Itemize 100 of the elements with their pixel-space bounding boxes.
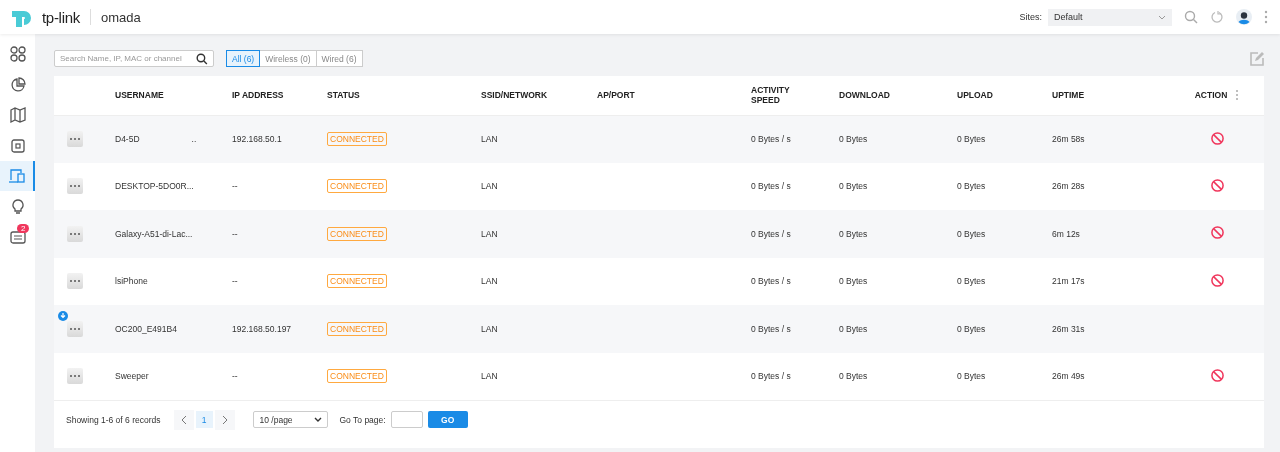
upload-amount: 0 Bytes bbox=[957, 181, 986, 192]
goto-label: Go To page: bbox=[339, 414, 386, 425]
column-header: UPLOAD bbox=[957, 90, 993, 101]
activity-speed: 0 Bytes / s bbox=[751, 323, 791, 334]
block-icon[interactable] bbox=[1210, 178, 1224, 192]
username: DESKTOP-5DO0R... bbox=[115, 181, 194, 192]
more-button[interactable] bbox=[67, 131, 83, 147]
uptime-value: 21m 17s bbox=[1052, 276, 1085, 287]
block-icon[interactable] bbox=[1210, 273, 1224, 287]
site-dropdown[interactable]: Default bbox=[1048, 8, 1172, 26]
page-input[interactable] bbox=[390, 411, 423, 428]
network-name: LAN bbox=[481, 134, 498, 144]
ip-address: 192.168.50.197 bbox=[232, 323, 292, 334]
page-size-dropdown[interactable]: 10 /page bbox=[252, 411, 328, 428]
product-name: omada bbox=[100, 9, 141, 25]
more-button[interactable] bbox=[67, 273, 83, 290]
download-amount: 0 Bytes bbox=[839, 323, 868, 334]
pie-chart-icon bbox=[9, 76, 26, 93]
block-icon[interactable] bbox=[1210, 131, 1224, 145]
username: OC200_E491B4 bbox=[115, 323, 177, 334]
download-amount: 0 Bytes bbox=[839, 228, 868, 239]
ip-address: -- bbox=[232, 181, 238, 192]
records-summary: Showing 1-6 of 6 records bbox=[66, 414, 161, 425]
activity-speed: 0 Bytes / s bbox=[751, 134, 791, 144]
ip-address: -- bbox=[232, 228, 238, 239]
block-icon[interactable] bbox=[1210, 226, 1224, 240]
search-icon bbox=[196, 52, 208, 65]
activity-speed: 0 Bytes / s bbox=[751, 228, 791, 239]
dots-icon bbox=[70, 375, 80, 378]
chevron-icon bbox=[313, 417, 322, 422]
uptime-value: 26m 58s bbox=[1052, 134, 1085, 144]
filter-tab[interactable]: Wired (6) bbox=[315, 50, 363, 67]
chevron-icon bbox=[1158, 14, 1166, 20]
activity-speed: 0 Bytes / s bbox=[751, 181, 791, 192]
column-header: DOWNLOAD bbox=[839, 90, 890, 101]
upload-amount: 0 Bytes bbox=[957, 371, 986, 382]
bulb-icon bbox=[9, 198, 26, 215]
sites-label: Sites: bbox=[1019, 12, 1042, 22]
sidebar-item[interactable] bbox=[0, 161, 35, 191]
column-header: UPTIME bbox=[1052, 90, 1085, 101]
column-header: ACTIVITY SPEED bbox=[751, 85, 791, 106]
upload-amount: 0 Bytes bbox=[957, 276, 986, 287]
network-name: LAN bbox=[481, 276, 498, 287]
go-button[interactable]: GO bbox=[427, 411, 468, 428]
more-button[interactable] bbox=[67, 225, 83, 242]
download-amount: 0 Bytes bbox=[839, 276, 868, 287]
device-icon bbox=[9, 137, 26, 154]
clients-icon bbox=[8, 168, 25, 184]
brand-name: tp-link bbox=[42, 8, 80, 26]
more-icon[interactable] bbox=[1264, 10, 1268, 24]
count-badge: 2 bbox=[17, 224, 30, 233]
filter-tab[interactable]: Wireless (0) bbox=[259, 50, 317, 67]
status-tag: CONNECTED bbox=[327, 179, 387, 194]
uptime-value: 6m 12s bbox=[1052, 228, 1080, 239]
uptime-value: 26m 49s bbox=[1052, 371, 1085, 382]
download-amount: 0 Bytes bbox=[839, 371, 868, 382]
filter-tab[interactable]: All (6) bbox=[226, 50, 261, 67]
search-field[interactable]: Search Name, IP, MAC or channel bbox=[54, 50, 214, 67]
status-tag: CONNECTED bbox=[327, 132, 387, 146]
activity-speed: 0 Bytes / s bbox=[751, 371, 791, 382]
username: Sweeper bbox=[115, 371, 149, 382]
avatar-icon[interactable] bbox=[1236, 9, 1252, 25]
search-icon[interactable] bbox=[1184, 10, 1198, 24]
username-tail: .. bbox=[191, 134, 197, 144]
upload-amount: 0 Bytes bbox=[957, 134, 986, 144]
more-button[interactable] bbox=[67, 368, 83, 385]
column-header: SSID/NETWORK bbox=[481, 90, 548, 101]
network-name: LAN bbox=[481, 323, 498, 334]
column-header: IP ADDRESS bbox=[232, 90, 284, 101]
username: Galaxy-A51-di-Lac... bbox=[115, 228, 193, 239]
network-name: LAN bbox=[481, 181, 498, 192]
ip-address: -- bbox=[232, 276, 238, 287]
network-name: LAN bbox=[481, 371, 498, 382]
ip-address: -- bbox=[232, 371, 238, 382]
page-button[interactable]: 1 bbox=[195, 411, 213, 428]
status-tag: CONNECTED bbox=[327, 226, 387, 241]
dots-icon bbox=[70, 327, 80, 330]
username: D4-5D bbox=[115, 134, 140, 144]
download-amount: 0 Bytes bbox=[839, 181, 868, 192]
dots-icon bbox=[70, 280, 80, 283]
log-icon bbox=[9, 229, 26, 245]
status-tag: CONNECTED bbox=[327, 274, 387, 289]
network-name: LAN bbox=[481, 228, 498, 239]
more-button[interactable] bbox=[67, 320, 83, 337]
sidebar-item[interactable]: 2 bbox=[0, 222, 35, 252]
map-icon bbox=[9, 107, 26, 123]
block-icon[interactable] bbox=[1210, 368, 1224, 382]
column-header: AP/PORT bbox=[597, 90, 635, 101]
status-tag: CONNECTED bbox=[327, 369, 387, 384]
activity-speed: 0 Bytes / s bbox=[751, 276, 791, 287]
dots-icon bbox=[70, 185, 80, 188]
more-button[interactable] bbox=[67, 178, 83, 195]
column-header: USERNAME bbox=[115, 90, 164, 101]
dots-icon bbox=[70, 232, 80, 235]
upload-amount: 0 Bytes bbox=[957, 228, 986, 239]
download-amount: 0 Bytes bbox=[839, 134, 868, 144]
uptime-value: 26m 31s bbox=[1052, 323, 1085, 334]
uptime-value: 26m 28s bbox=[1052, 181, 1085, 192]
column-header: STATUS bbox=[327, 90, 360, 101]
search-input[interactable]: Search Name, IP, MAC or channel bbox=[60, 54, 195, 63]
